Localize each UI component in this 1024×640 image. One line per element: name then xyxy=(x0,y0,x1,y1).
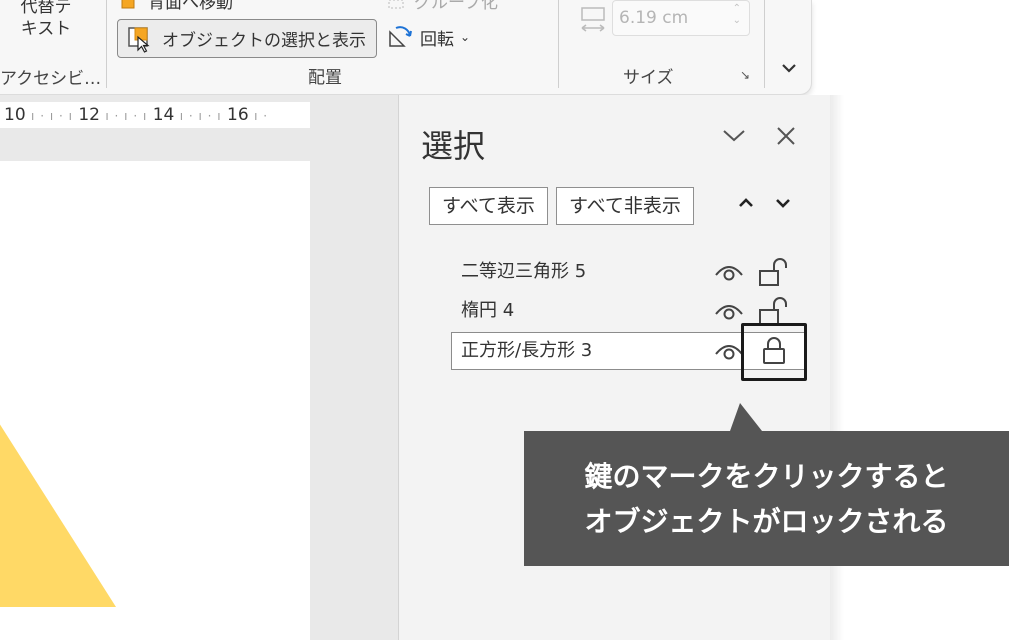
callout-line-1: 鍵のマークをクリックすると xyxy=(584,459,949,493)
arrange-group-label: 配置 xyxy=(308,68,342,88)
show-all-button[interactable]: すべて表示 xyxy=(429,187,548,225)
ribbon-separator xyxy=(764,0,765,88)
unlocked-icon[interactable] xyxy=(757,257,793,287)
callout-line-2: オブジェクトがロックされる xyxy=(584,504,949,538)
selection-pane-label: オブジェクトの選択と表示 xyxy=(162,31,366,51)
ribbon: 代替テ キスト アクセシビ… 背面へ移動 オブジェクトの選択と表示 グループ化 … xyxy=(0,0,812,95)
ruler-ticks: ı · xyxy=(254,109,269,123)
callout-pointer xyxy=(730,403,762,431)
selection-pane-icon xyxy=(128,26,150,53)
ruler-mark: 12 xyxy=(78,105,100,125)
move-backward-label: 背面へ移動 xyxy=(148,0,233,13)
width-icon xyxy=(581,7,605,32)
size-group-label: サイズ xyxy=(623,68,674,88)
group-label: グループ化 xyxy=(414,0,498,13)
chevron-up-icon xyxy=(739,198,753,207)
object-name: 楕円 4 xyxy=(461,300,515,321)
object-list-item[interactable]: 二等辺三角形 5 xyxy=(451,253,807,291)
chevron-down-icon xyxy=(776,199,790,208)
ribbon-options-chevron-icon[interactable] xyxy=(780,60,798,79)
ruler-ticks: ı · ı · ı xyxy=(105,109,148,123)
shape-width-field[interactable]: 6.19 cm ⌃ ⌄ xyxy=(612,0,750,36)
group-button[interactable]: グループ化 xyxy=(386,0,498,13)
ribbon-separator xyxy=(106,0,107,88)
hide-all-button[interactable]: すべて非表示 xyxy=(556,187,694,225)
accessibility-group-label: アクセシビ… xyxy=(0,69,102,89)
eye-icon[interactable] xyxy=(713,261,745,283)
object-name: 正方形/長方形 3 xyxy=(461,340,593,361)
alt-text-label: 代替テ キスト xyxy=(20,0,72,39)
chevron-down-icon[interactable] xyxy=(721,125,747,145)
width-spinner[interactable]: ⌃ ⌄ xyxy=(733,3,741,27)
ruler-mark: 10 xyxy=(4,105,26,125)
ruler-mark: 14 xyxy=(152,105,175,125)
isosceles-triangle-shape[interactable] xyxy=(0,393,120,613)
close-icon[interactable] xyxy=(775,125,797,147)
shape-width-value: 6.19 cm xyxy=(619,8,689,28)
document-area: 10 ı · ı · ı 12 ı · ı · ı 14 ı · ı · ı 1… xyxy=(0,95,398,640)
group-icon xyxy=(388,0,404,8)
move-backward-button[interactable]: 背面へ移動 xyxy=(120,0,233,13)
ribbon-separator xyxy=(558,0,559,88)
chevron-down-icon: ⌄ xyxy=(460,30,471,44)
bring-forward-button[interactable] xyxy=(732,191,760,219)
horizontal-ruler[interactable]: 10 ı · ı · ı 12 ı · ı · ı 14 ı · ı · ı 1… xyxy=(0,102,310,128)
size-dialog-launcher-icon[interactable]: ↘ xyxy=(740,68,750,82)
document-page[interactable] xyxy=(0,161,310,640)
pane-title: 選択 xyxy=(421,127,486,165)
object-name: 二等辺三角形 5 xyxy=(461,261,587,282)
picture-icon xyxy=(121,0,135,8)
ruler-ticks: ı · ı · ı xyxy=(31,109,73,123)
rotate-label: 回転 xyxy=(420,29,454,50)
unlocked-icon[interactable] xyxy=(757,296,793,326)
rotate-icon xyxy=(389,26,412,47)
ruler-ticks: ı · ı · ı xyxy=(179,109,222,123)
eye-icon[interactable] xyxy=(713,300,745,322)
ruler-mark: 16 xyxy=(227,105,249,125)
send-backward-button[interactable] xyxy=(769,191,797,219)
rotate-button[interactable]: 回転 ⌄ xyxy=(386,24,470,50)
lock-highlight-frame xyxy=(741,323,807,381)
annotation-callout: 鍵のマークをクリックすると オブジェクトがロックされる xyxy=(524,431,1009,566)
selection-pane-button[interactable]: オブジェクトの選択と表示 xyxy=(117,19,377,58)
alt-text-button[interactable]: 代替テ キスト xyxy=(14,0,78,40)
